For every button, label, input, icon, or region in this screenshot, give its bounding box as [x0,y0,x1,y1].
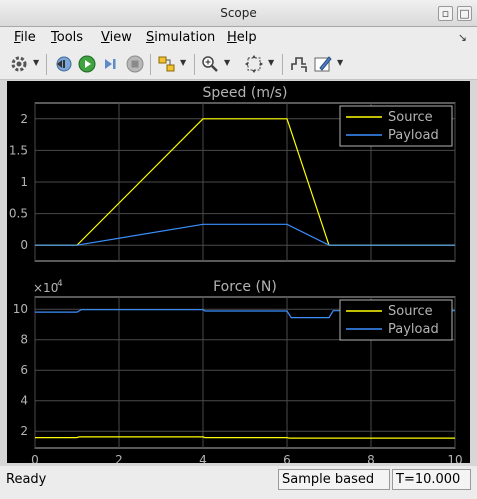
y-tick-label: 1.5 [9,143,28,157]
menu-simulation[interactable]: Simulation [146,30,215,45]
run-icon[interactable] [77,54,97,74]
x-tick-label: 10 [447,453,462,463]
status-bar: Ready Sample based T=10.000 [0,466,477,499]
chevron-down-icon[interactable]: ▼ [180,58,186,67]
y-tick-label: 2 [20,424,28,438]
maximize-icon: □ [459,7,470,20]
chevron-down-icon[interactable]: ▼ [33,58,39,67]
menu-view[interactable]: View [101,30,132,45]
scope-plots: Speed (m/s) 0 0.5 1 1.5 2 Source Payload Force (… [9,85,463,467]
plot-title: Speed (m/s) [203,85,288,101]
chevron-down-icon[interactable]: ▼ [337,58,343,67]
gear-icon[interactable] [9,54,29,74]
step-back-icon[interactable] [53,54,73,74]
menu-tools-label: ools [56,30,84,45]
menu-simulation-label: imulation [154,30,216,45]
x-tick-label: 8 [367,453,375,463]
legend-label: Payload [388,322,439,337]
x-tick-label: 6 [283,453,291,463]
chevron-down-icon[interactable]: ▼ [224,58,230,67]
menu-view-label: iew [109,30,132,45]
highlight-block-icon[interactable] [157,54,177,74]
y-tick-label: 1 [20,175,28,189]
menu-view-mnemonic: V [101,30,110,45]
undock-icon[interactable]: ↘ [458,31,467,44]
toolbar: ▼ ▼ ▼ ▼ ▼ [0,49,477,80]
y-tick-label: 0 [20,238,28,252]
plot-title: Force (N) [213,279,277,295]
y-tick-label: 10 [13,302,28,316]
menu-file[interactable]: File [14,30,36,45]
axis-exponent-power: 4 [57,279,63,289]
toolbar-separator [194,54,195,75]
x-tick-label: 4 [199,453,207,463]
zoom-icon[interactable] [200,54,220,74]
sample-mode-field: Sample based [278,469,390,490]
y-tick-label: 6 [20,363,28,377]
stop-icon[interactable] [125,54,145,74]
menu-help-label: elp [236,30,257,45]
toolbar-separator [282,54,283,75]
legend-label: Payload [388,128,439,143]
maximize-button[interactable]: □ [457,6,472,21]
window-title: Scope [220,6,257,20]
simulation-time-field: T=10.000 [392,469,471,490]
minimize-icon: ▫ [441,7,450,20]
status-text: Ready [6,472,47,487]
legend-label: Source [388,304,433,319]
cursor-measure-icon[interactable] [289,54,309,74]
style-icon[interactable] [313,54,333,74]
axis-exponent: ×10 [33,281,58,295]
fit-to-view-icon[interactable] [244,54,264,74]
step-forward-icon[interactable] [101,54,121,74]
y-tick-label: 8 [20,333,28,347]
minimize-button[interactable]: ▫ [438,6,453,21]
title-bar: Scope ▫ □ [0,0,477,27]
menu-help[interactable]: Help [227,30,257,45]
y-tick-label: 4 [20,394,28,408]
toolbar-separator [46,54,47,75]
y-tick-label: 0.5 [9,207,28,221]
toolbar-separator [150,54,151,75]
chevron-down-icon[interactable]: ▼ [268,58,274,67]
menu-tools[interactable]: Tools [51,30,83,45]
x-tick-label: 2 [115,453,123,463]
y-tick-label: 2 [20,112,28,126]
menu-bar: File Tools View Simulation Help ↘ [0,27,477,49]
menu-help-mnemonic: H [227,30,237,45]
legend-label: Source [388,110,433,125]
menu-file-label: ile [20,30,36,45]
scope-display: Speed (m/s) 0 0.5 1 1.5 2 Source Payload Force (… [7,81,470,467]
x-tick-label: 0 [31,453,39,463]
